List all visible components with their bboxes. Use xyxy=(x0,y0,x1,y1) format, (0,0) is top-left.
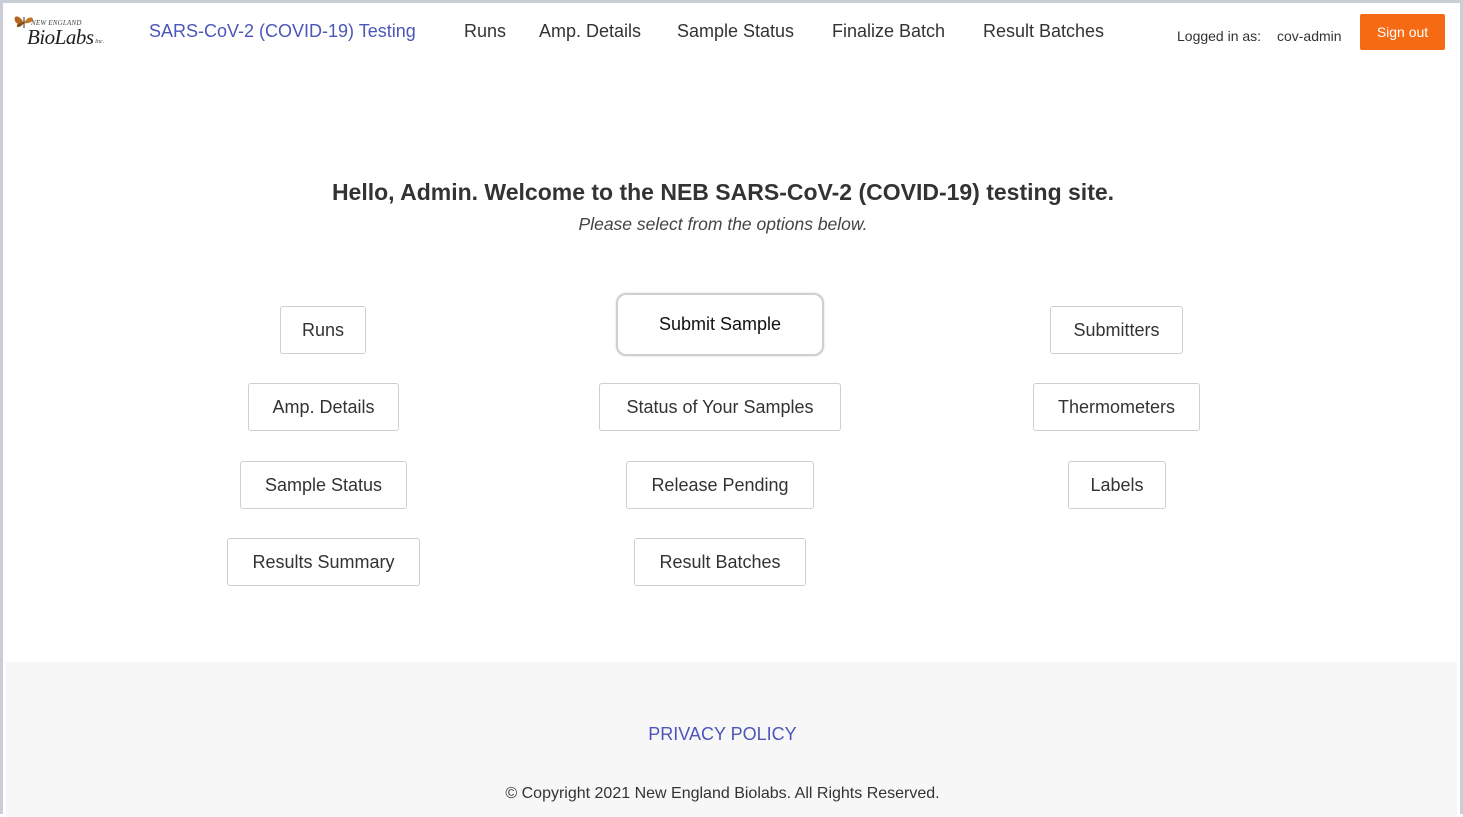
thermometers-button[interactable]: Thermometers xyxy=(1033,383,1200,431)
nav-item-result-batches[interactable]: Result Batches xyxy=(983,21,1104,42)
nav-item-sample-status[interactable]: Sample Status xyxy=(677,21,794,42)
sample-status-button[interactable]: Sample Status xyxy=(240,461,407,509)
nav-item-finalize-batch[interactable]: Finalize Batch xyxy=(832,21,945,42)
results-summary-button[interactable]: Results Summary xyxy=(227,538,420,586)
submitters-button[interactable]: Submitters xyxy=(1050,306,1183,354)
sign-out-button[interactable]: Sign out xyxy=(1360,14,1445,50)
nav-item-amp-details[interactable]: Amp. Details xyxy=(539,21,641,42)
top-navigation-bar: NEW ENGLAND BioLabs Inc. SARS-CoV-2 (COV… xyxy=(3,3,1460,63)
submit-sample-button[interactable]: Submit Sample xyxy=(616,293,824,356)
nav-item-runs[interactable]: Runs xyxy=(464,21,506,42)
footer: PRIVACY POLICY © Copyright 2021 New Engl… xyxy=(6,662,1457,817)
release-pending-button[interactable]: Release Pending xyxy=(626,461,814,509)
page-frame: NEW ENGLAND BioLabs Inc. SARS-CoV-2 (COV… xyxy=(0,0,1463,817)
nav-brand-link[interactable]: SARS-CoV-2 (COVID-19) Testing xyxy=(149,21,416,42)
logged-in-label: Logged in as: xyxy=(1177,28,1262,44)
amp-details-button[interactable]: Amp. Details xyxy=(248,383,399,431)
privacy-policy-link[interactable]: PRIVACY POLICY xyxy=(6,724,1439,745)
username: cov-admin xyxy=(1276,28,1342,44)
result-batches-button[interactable]: Result Batches xyxy=(634,538,806,586)
labels-button[interactable]: Labels xyxy=(1068,461,1166,509)
status-of-your-samples-button[interactable]: Status of Your Samples xyxy=(599,383,841,431)
welcome-heading: Hello, Admin. Welcome to the NEB SARS-Co… xyxy=(331,179,1115,205)
runs-button[interactable]: Runs xyxy=(280,306,366,354)
logged-in-status: Logged in as: cov-admin xyxy=(1177,28,1342,44)
welcome-subtitle: Please select from the options below. xyxy=(578,214,868,234)
copyright-text: © Copyright 2021 New England Biolabs. Al… xyxy=(505,785,940,802)
